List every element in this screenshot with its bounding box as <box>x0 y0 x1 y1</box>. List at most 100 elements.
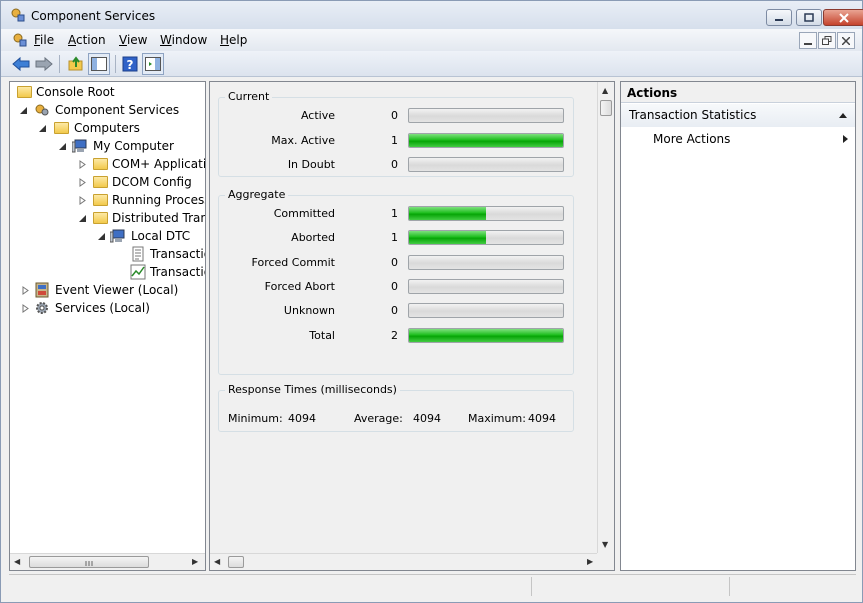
collapsed-arrow-icon[interactable] <box>78 196 87 205</box>
child-close-button[interactable] <box>837 32 855 49</box>
folder-icon <box>93 212 108 224</box>
menu-view[interactable]: View <box>119 33 147 47</box>
folder-up-icon <box>68 56 83 71</box>
show-hide-console-tree-button[interactable] <box>88 53 110 75</box>
expanded-arrow-icon[interactable] <box>58 142 67 151</box>
minimum-label: Minimum: <box>228 412 283 425</box>
collapsed-arrow-icon[interactable] <box>78 178 87 187</box>
collapse-up-icon[interactable] <box>839 112 847 118</box>
scroll-left-icon[interactable]: ◀ <box>14 557 20 566</box>
minimize-icon <box>775 18 783 21</box>
progress-bar <box>408 255 564 270</box>
toolbar-separator <box>59 55 60 73</box>
stat-row-active: Active 0 <box>219 106 573 126</box>
toolbar-separator <box>115 55 116 73</box>
restore-icon <box>822 36 832 45</box>
actions-header: Actions <box>621 82 855 103</box>
scroll-corner <box>597 553 614 570</box>
menu-action[interactable]: Action <box>68 33 106 47</box>
computer-icon <box>72 139 87 153</box>
status-separator <box>729 577 730 596</box>
progress-bar <box>408 303 564 318</box>
folder-icon <box>93 176 108 188</box>
actions-section-transaction-statistics[interactable]: Transaction Statistics <box>621 104 855 127</box>
more-actions-item[interactable]: More Actions <box>653 132 730 146</box>
back-arrow-icon <box>12 56 30 72</box>
tree-horizontal-scrollbar[interactable]: ◀ ▶ <box>10 553 205 570</box>
scroll-right-icon[interactable]: ▶ <box>587 557 593 566</box>
progress-bar <box>408 279 564 294</box>
scroll-down-icon[interactable]: ▼ <box>602 540 608 549</box>
console-tree[interactable]: Console Root Component Services Computer… <box>9 81 206 571</box>
collapsed-arrow-icon[interactable] <box>21 304 30 313</box>
expanded-arrow-icon[interactable] <box>19 106 28 115</box>
component-services-icon <box>11 8 25 22</box>
expanded-arrow-icon[interactable] <box>97 232 106 241</box>
toolbar: ? <box>1 51 862 77</box>
collapsed-arrow-icon[interactable] <box>21 286 30 295</box>
progress-bar-fill <box>409 231 486 244</box>
component-services-icon <box>35 104 49 116</box>
middle-horizontal-scrollbar[interactable]: ◀ ▶ <box>210 553 597 570</box>
up-one-level-button[interactable] <box>65 53 87 75</box>
submenu-arrow-icon[interactable] <box>843 135 849 143</box>
folder-icon <box>93 194 108 206</box>
average-value: 4094 <box>413 412 441 425</box>
component-services-icon <box>13 33 27 47</box>
progress-bar <box>408 108 564 123</box>
stat-row-unknown: Unknown 0 <box>219 301 573 321</box>
collapsed-arrow-icon[interactable] <box>78 160 87 169</box>
folder-icon <box>54 122 69 134</box>
folder-icon <box>93 158 108 170</box>
document-icon <box>132 246 144 262</box>
minimize-icon <box>804 42 812 45</box>
stat-row-aborted: Aborted 1 <box>219 228 573 248</box>
console-tree-icon <box>91 57 107 71</box>
average-label: Average: <box>354 412 403 425</box>
stat-row-forced-commit: Forced Commit 0 <box>219 253 573 273</box>
forward-button[interactable] <box>33 53 55 75</box>
expanded-arrow-icon[interactable] <box>38 124 47 133</box>
current-group-title: Current <box>225 90 273 103</box>
scroll-up-icon[interactable]: ▲ <box>602 86 608 95</box>
stat-row-forced-abort: Forced Abort 0 <box>219 277 573 297</box>
child-restore-button[interactable] <box>818 32 836 49</box>
event-viewer-icon <box>35 282 49 298</box>
close-icon <box>839 12 849 23</box>
back-button[interactable] <box>10 53 32 75</box>
progress-bar <box>408 230 564 245</box>
grip-icon <box>85 561 93 566</box>
child-minimize-button[interactable] <box>799 32 817 49</box>
close-button[interactable] <box>823 9 863 26</box>
progress-bar <box>408 206 564 221</box>
minimize-button[interactable] <box>766 9 792 26</box>
maximum-value: 4094 <box>528 412 556 425</box>
action-pane-icon <box>145 57 161 71</box>
statistics-pane: Current Active 0 Max. Active 1 In Doubt … <box>209 81 615 571</box>
expanded-arrow-icon[interactable] <box>78 214 87 223</box>
svg-text:?: ? <box>127 58 134 72</box>
stat-row-max-active: Max. Active 1 <box>219 131 573 151</box>
menu-help[interactable]: Help <box>220 33 247 47</box>
maximize-button[interactable] <box>796 9 822 26</box>
progress-bar <box>408 328 564 343</box>
middle-scroll-thumb[interactable] <box>600 100 612 116</box>
middle-hscroll-thumb[interactable] <box>228 556 244 568</box>
computer-icon <box>110 229 125 243</box>
scroll-right-icon[interactable]: ▶ <box>192 557 198 566</box>
folder-icon <box>17 86 32 98</box>
scroll-left-icon[interactable]: ◀ <box>214 557 220 566</box>
progress-bar-fill <box>409 134 563 147</box>
help-icon: ? <box>122 56 138 72</box>
maximize-icon <box>804 13 814 22</box>
tree-scroll-thumb[interactable] <box>29 556 149 568</box>
aggregate-group: Aggregate Committed 1 Aborted 1 Forced C… <box>218 188 574 375</box>
middle-vertical-scrollbar[interactable]: ▲ ▼ <box>597 82 614 553</box>
maximum-label: Maximum: <box>468 412 526 425</box>
help-button[interactable]: ? <box>119 53 141 75</box>
progress-bar-fill <box>409 329 563 342</box>
title-bar[interactable]: Component Services <box>1 1 863 29</box>
menu-window[interactable]: Window <box>160 33 207 47</box>
menu-file[interactable]: File <box>34 33 54 47</box>
show-hide-action-pane-button[interactable] <box>142 53 164 75</box>
